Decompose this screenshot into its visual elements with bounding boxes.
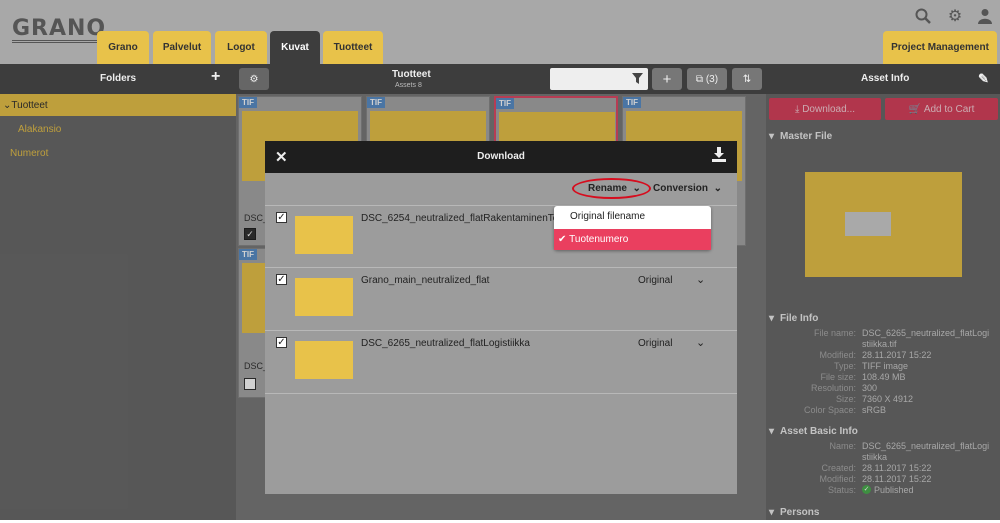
option-tuotenumero[interactable]: ✔ Tuotenumero bbox=[554, 229, 711, 250]
file-thumbnail bbox=[295, 216, 353, 254]
filter-icon bbox=[632, 73, 643, 84]
chevron-down-icon: ⌄ bbox=[713, 183, 722, 194]
chevron-down-icon[interactable]: ⌄ bbox=[696, 336, 705, 349]
settings-icon[interactable]: ⚙ bbox=[239, 68, 269, 90]
rename-options-menu: Original filename ✔ Tuotenumero bbox=[554, 206, 711, 250]
conversion-value: Original bbox=[638, 275, 673, 286]
download-dialog: ✕ Download Rename ⌄ Conversion ⌄ ✓ DSC_6… bbox=[265, 141, 737, 494]
check-icon: ✔ bbox=[558, 234, 567, 245]
user-icon[interactable] bbox=[976, 8, 994, 26]
conversion-value: Original bbox=[638, 338, 673, 349]
tab-palvelut[interactable]: Palvelut bbox=[153, 31, 211, 64]
file-name: DSC_6254_neutralized_flatRakentaminenTeo… bbox=[361, 213, 567, 224]
download-icon[interactable] bbox=[711, 147, 727, 166]
file-checkbox[interactable]: ✓ bbox=[276, 274, 287, 285]
file-checkbox[interactable]: ✓ bbox=[276, 212, 287, 223]
folders-title: Folders bbox=[100, 73, 137, 84]
project-management-tab[interactable]: Project Management bbox=[883, 31, 997, 64]
rename-highlight-annotation bbox=[572, 178, 651, 199]
dialog-header: ✕ Download bbox=[265, 141, 737, 173]
copy-icon: ⧉ bbox=[695, 73, 704, 85]
top-bar: GRANO Grano Palvelut Logot Kuvat Tuottee… bbox=[0, 0, 1000, 64]
asset-info-title: Asset Info bbox=[861, 73, 910, 84]
conversion-dropdown[interactable]: Conversion ⌄ bbox=[653, 183, 722, 194]
tab-logot[interactable]: Logot bbox=[215, 31, 267, 64]
file-thumbnail bbox=[295, 278, 353, 316]
file-name: Grano_main_neutralized_flat bbox=[361, 275, 490, 286]
sort-icon[interactable]: ⇅ bbox=[732, 68, 762, 90]
tab-kuvat[interactable]: Kuvat bbox=[270, 31, 320, 64]
toolbar: Folders + ⚙ Tuotteet Assets 8 + ⧉ (3) ⇅ … bbox=[0, 64, 1000, 94]
compare-count: (3) bbox=[705, 73, 719, 85]
file-name: DSC_6265_neutralized_flatLogistiikka bbox=[361, 338, 530, 349]
file-thumbnail bbox=[295, 341, 353, 379]
gear-icon[interactable]: ⚙ bbox=[946, 8, 964, 26]
file-checkbox[interactable]: ✓ bbox=[276, 337, 287, 348]
add-icon[interactable]: + bbox=[652, 68, 682, 90]
option-original-filename[interactable]: Original filename bbox=[570, 211, 645, 222]
add-folder-icon[interactable]: + bbox=[211, 68, 220, 86]
download-file-row[interactable]: ✓ Grano_main_neutralized_flat Original ⌄ bbox=[265, 268, 737, 331]
tab-grano[interactable]: Grano bbox=[97, 31, 149, 64]
grano-logo[interactable]: GRANO bbox=[12, 18, 107, 43]
compare-button[interactable]: ⧉ (3) bbox=[687, 68, 727, 90]
folder-title: Tuotteet bbox=[392, 69, 431, 80]
chevron-down-icon[interactable]: ⌄ bbox=[696, 273, 705, 286]
asset-count: Assets 8 bbox=[395, 82, 422, 89]
tab-tuotteet[interactable]: Tuotteet bbox=[323, 31, 383, 64]
edit-icon[interactable]: ✎ bbox=[978, 71, 989, 87]
filter-input[interactable] bbox=[550, 68, 648, 90]
dialog-title: Download bbox=[477, 151, 525, 162]
search-icon[interactable] bbox=[914, 8, 932, 26]
download-file-row[interactable]: ✓ DSC_6265_neutralized_flatLogistiikka O… bbox=[265, 331, 737, 394]
